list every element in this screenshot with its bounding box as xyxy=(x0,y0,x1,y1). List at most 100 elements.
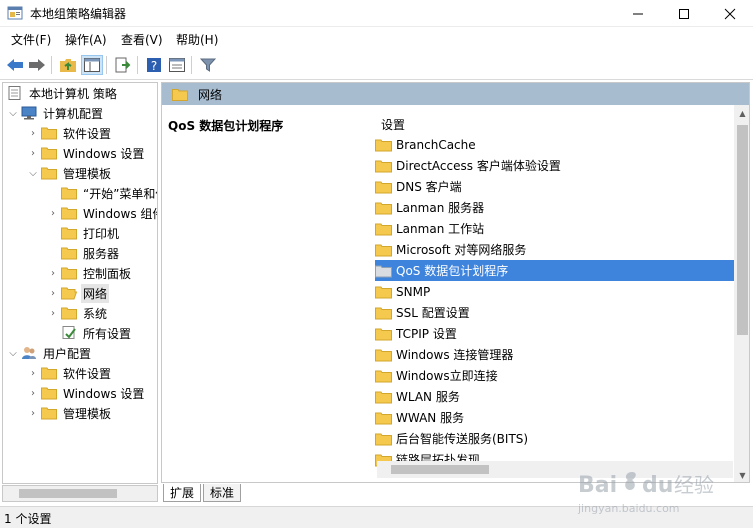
toolbar: ? xyxy=(0,50,753,80)
chevron-right-icon[interactable]: › xyxy=(47,263,59,283)
menu-view[interactable]: 查看(V) xyxy=(121,31,163,48)
close-icon xyxy=(724,8,736,19)
setting-folder-label: TCPIP 设置 xyxy=(396,327,457,341)
folder-icon xyxy=(375,307,392,319)
setting-folder-item[interactable]: BranchCache xyxy=(375,134,734,155)
chevron-down-icon[interactable]: ⌵ xyxy=(7,343,19,363)
setting-folder-item[interactable]: Microsoft 对等网络服务 xyxy=(375,239,734,260)
tree-label: 系统 xyxy=(83,306,108,321)
up-one-level-button[interactable] xyxy=(57,55,79,75)
tree-label: 服务器 xyxy=(83,246,120,261)
tree-horizontal-scrollbar[interactable] xyxy=(2,485,158,502)
chevron-right-icon[interactable]: › xyxy=(27,383,39,403)
chevron-right-icon[interactable]: › xyxy=(47,303,59,323)
scroll-up-icon[interactable]: ▲ xyxy=(734,105,749,122)
setting-folder-item[interactable]: QoS 数据包计划程序 xyxy=(375,260,734,281)
svg-text:?: ? xyxy=(151,59,157,73)
setting-folder-item[interactable]: TCPIP 设置 xyxy=(375,323,734,344)
tree-node-windows-settings[interactable]: › Windows 设置 xyxy=(27,143,146,163)
folder-icon xyxy=(41,127,57,140)
toolbar-separator xyxy=(51,56,52,74)
chevron-down-icon[interactable]: ⌵ xyxy=(27,163,39,183)
tree-node-software-settings[interactable]: › 软件设置 xyxy=(27,123,113,143)
setting-folder-label: Lanman 工作站 xyxy=(396,222,485,236)
setting-folder-item[interactable]: WWAN 服务 xyxy=(375,407,734,428)
group-policy-app-icon xyxy=(7,6,23,20)
settings-vertical-scrollbar[interactable]: ▲ ▼ xyxy=(734,105,749,482)
scrollbar-thumb[interactable] xyxy=(19,489,117,498)
chevron-right-icon[interactable]: › xyxy=(27,123,39,143)
forward-arrow-icon xyxy=(29,59,45,71)
properties-button[interactable] xyxy=(166,55,188,75)
scrollbar-thumb[interactable] xyxy=(737,125,748,335)
tree-node-server[interactable]: 服务器 xyxy=(47,243,121,263)
tree-label: 控制面板 xyxy=(83,266,132,281)
folder-open-icon xyxy=(61,287,77,300)
setting-folder-item[interactable]: Lanman 服务器 xyxy=(375,197,734,218)
tree-node-computer-configuration[interactable]: ⌵ 计算机配置 xyxy=(7,103,105,123)
column-header-setting[interactable]: 设置 xyxy=(381,116,405,133)
chevron-right-icon[interactable]: › xyxy=(47,283,59,303)
export-list-button[interactable] xyxy=(112,55,134,75)
menu-bar: 文件(F) 操作(A) 查看(V) 帮助(H) xyxy=(0,28,753,50)
help-button[interactable]: ? xyxy=(143,55,165,75)
back-button[interactable] xyxy=(4,55,26,75)
filter-button[interactable] xyxy=(197,55,219,75)
setting-folder-label: WWAN 服务 xyxy=(396,411,465,425)
setting-folder-item[interactable]: 后台智能传送服务(BITS) xyxy=(375,428,734,449)
menu-action[interactable]: 操作(A) xyxy=(65,31,107,48)
setting-folder-item[interactable]: Windows 连接管理器 xyxy=(375,344,734,365)
tab-standard[interactable]: 标准 xyxy=(203,484,242,502)
menu-help[interactable]: 帮助(H) xyxy=(176,31,218,48)
chevron-right-icon[interactable]: › xyxy=(27,143,39,163)
setting-folder-label: QoS 数据包计划程序 xyxy=(396,264,509,278)
minimize-button[interactable] xyxy=(615,0,661,27)
status-text: 1 个设置 xyxy=(4,512,52,526)
setting-folder-item[interactable]: SSL 配置设置 xyxy=(375,302,734,323)
tree-node-administrative-templates[interactable]: ⌵ 管理模板 xyxy=(27,163,113,183)
close-button[interactable] xyxy=(707,0,753,27)
tree-node-user-windows-settings[interactable]: › Windows 设置 xyxy=(27,383,146,403)
tree-node-user-software-settings[interactable]: › 软件设置 xyxy=(27,363,113,383)
setting-folder-item[interactable]: Windows立即连接 xyxy=(375,365,734,386)
tree-node-user-administrative-templates[interactable]: › 管理模板 xyxy=(27,403,113,423)
setting-folder-label: Microsoft 对等网络服务 xyxy=(396,243,527,257)
setting-folder-item[interactable]: DirectAccess 客户端体验设置 xyxy=(375,155,734,176)
tree-node-windows-components[interactable]: › Windows 组件 xyxy=(47,203,157,223)
tree-label: 软件设置 xyxy=(63,366,112,381)
tree-node-network[interactable]: › 网络 xyxy=(47,283,110,303)
setting-folder-label: Windows 连接管理器 xyxy=(396,348,514,362)
chevron-right-icon[interactable]: › xyxy=(47,203,59,223)
folder-icon xyxy=(61,307,77,320)
folder-icon xyxy=(375,223,392,235)
minimize-icon xyxy=(633,13,643,14)
maximize-icon xyxy=(679,8,689,19)
tree-node-all-settings[interactable]: 所有设置 xyxy=(47,323,133,343)
show-hide-tree-button[interactable] xyxy=(81,55,103,75)
tab-extended[interactable]: 扩展 xyxy=(163,484,202,502)
folder-icon xyxy=(375,433,392,445)
tree-node-start-menu-taskbar[interactable]: “开始”菜单和任务栏 xyxy=(47,183,157,203)
setting-folder-label: WLAN 服务 xyxy=(396,390,460,404)
tree-node-user-configuration[interactable]: ⌵ 用户配置 xyxy=(7,343,93,363)
folder-icon xyxy=(375,160,392,172)
setting-folder-item[interactable]: DNS 客户端 xyxy=(375,176,734,197)
tree-node-control-panel[interactable]: › 控制面板 xyxy=(47,263,133,283)
setting-folder-item[interactable]: Lanman 工作站 xyxy=(375,218,734,239)
tree-node-system[interactable]: › 系统 xyxy=(47,303,109,323)
maximize-button[interactable] xyxy=(661,0,707,27)
chevron-right-icon[interactable]: › xyxy=(27,403,39,423)
chevron-right-icon[interactable]: › xyxy=(27,363,39,383)
tree-node-local-computer-policy[interactable]: 本地计算机 策略 xyxy=(5,83,119,103)
setting-folder-item[interactable]: SNMP xyxy=(375,281,734,302)
window-title: 本地组策略编辑器 xyxy=(30,7,127,21)
title-bar: 本地组策略编辑器 xyxy=(0,0,753,27)
help-icon: ? xyxy=(147,58,161,73)
folder-selected-icon xyxy=(375,265,392,277)
forward-button[interactable] xyxy=(26,55,48,75)
menu-file[interactable]: 文件(F) xyxy=(11,31,51,48)
scrollbar-thumb[interactable] xyxy=(391,465,489,474)
setting-folder-item[interactable]: WLAN 服务 xyxy=(375,386,734,407)
chevron-down-icon[interactable]: ⌵ xyxy=(7,103,19,123)
tree-node-printers[interactable]: 打印机 xyxy=(47,223,121,243)
